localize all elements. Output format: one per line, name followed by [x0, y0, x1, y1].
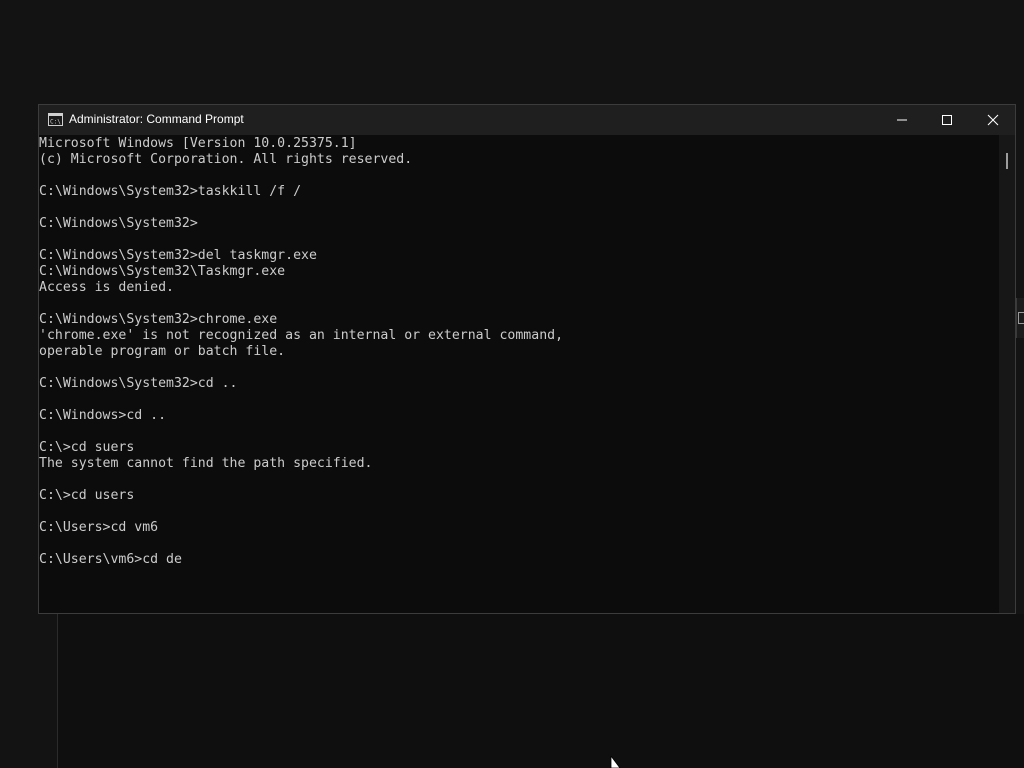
close-button[interactable]: [970, 105, 1016, 135]
command-prompt-window[interactable]: C:\ Administrator: Command Prompt Micros…: [38, 104, 1016, 614]
console-line: C:\Windows\System32>: [39, 216, 198, 231]
window-title: Administrator: Command Prompt: [69, 112, 244, 126]
minimize-icon: [897, 119, 907, 121]
console-line: C:\>cd suers: [39, 440, 135, 455]
command-prompt-icon: C:\: [48, 113, 63, 126]
maximize-button[interactable]: [924, 105, 970, 135]
vertical-scrollbar[interactable]: [999, 135, 1015, 613]
svg-text:C:\: C:\: [50, 119, 61, 126]
minimize-button[interactable]: [879, 105, 925, 135]
console-line: C:\Windows\System32\Taskmgr.exe: [39, 264, 286, 279]
title-bar[interactable]: C:\ Administrator: Command Prompt: [39, 105, 1015, 135]
console-line: C:\Users>cd vm6: [39, 520, 159, 535]
background-window[interactable]: [57, 614, 1024, 768]
mouse-pointer-icon: [610, 756, 621, 768]
console-line: C:\Windows\System32>taskkill /f /: [39, 184, 302, 199]
console-line: C:\Windows\System32>chrome.exe: [39, 312, 278, 327]
console-line: The system cannot find the path specifie…: [39, 456, 373, 471]
console-output[interactable]: Microsoft Windows [Version 10.0.25375.1]…: [39, 135, 999, 613]
console-input-line[interactable]: C:\Users\vm6>cd de: [39, 552, 999, 568]
console-line: 'chrome.exe' is not recognized as an int…: [39, 328, 564, 343]
console-line: C:\Windows\System32>cd ..: [39, 376, 238, 391]
close-icon: [987, 114, 999, 126]
console-line: C:\Windows>cd ..: [39, 408, 167, 423]
desktop-background: C:\ Administrator: Command Prompt Micros…: [0, 0, 1024, 768]
maximize-icon: [942, 115, 952, 125]
background-window-edge[interactable]: [1016, 298, 1024, 338]
console-line: (c) Microsoft Corporation. All rights re…: [39, 152, 413, 167]
console-line: C:\>cd users: [39, 488, 135, 503]
console-line: Access is denied.: [39, 280, 174, 295]
console-line: C:\Windows\System32>del taskmgr.exe: [39, 248, 317, 263]
console-line: Microsoft Windows [Version 10.0.25375.1]: [39, 136, 357, 151]
scrollbar-thumb[interactable]: [1006, 153, 1008, 169]
console-line: operable program or batch file.: [39, 344, 286, 359]
